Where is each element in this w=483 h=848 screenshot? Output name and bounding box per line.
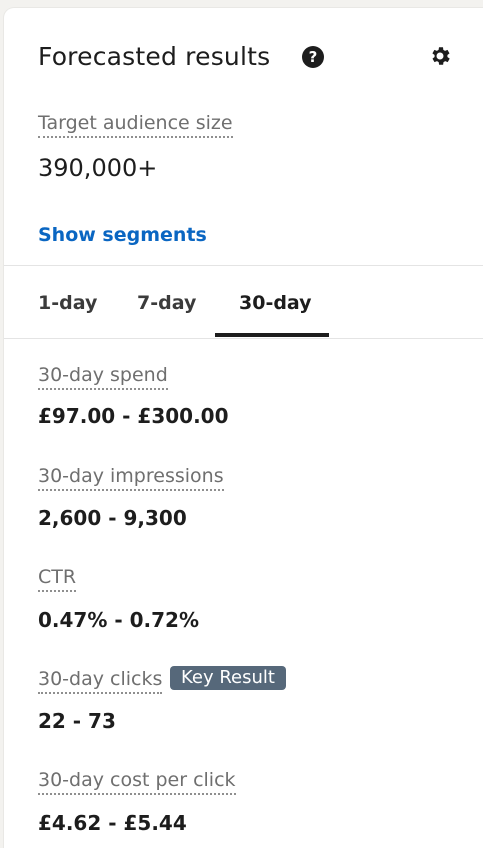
audience-size-label[interactable]: Target audience size — [38, 112, 233, 138]
section-divider — [4, 265, 483, 266]
tabs-divider — [4, 338, 483, 339]
ctr-label[interactable]: CTR — [38, 566, 77, 592]
clicks-value: 22 - 73 — [38, 709, 116, 733]
tab-selected-indicator — [215, 333, 329, 337]
cost-per-click-label[interactable]: 30-day cost per click — [38, 769, 236, 795]
gear-icon[interactable] — [428, 44, 452, 68]
key-result-badge: Key Result — [170, 666, 286, 690]
tab-30-day[interactable]: 30-day — [239, 292, 312, 314]
spend-value: £97.00 - £300.00 — [38, 404, 229, 428]
cost-per-click-value: £4.62 - £5.44 — [38, 811, 187, 835]
spend-label[interactable]: 30-day spend — [38, 364, 168, 390]
tab-7-day[interactable]: 7-day — [137, 292, 196, 314]
tab-1-day[interactable]: 1-day — [38, 292, 97, 314]
audience-size-value: 390,000+ — [38, 154, 158, 182]
clicks-label[interactable]: 30-day clicks — [38, 668, 163, 694]
question-circle-icon[interactable]: ? — [302, 46, 324, 68]
impressions-value: 2,600 - 9,300 — [38, 506, 187, 530]
show-segments-link[interactable]: Show segments — [38, 224, 207, 246]
impressions-label[interactable]: 30-day impressions — [38, 465, 224, 491]
card-title: Forecasted results — [38, 42, 271, 71]
ctr-value: 0.47% - 0.72% — [38, 608, 199, 632]
forecast-card: Forecasted results ? Target audience siz… — [4, 8, 483, 848]
